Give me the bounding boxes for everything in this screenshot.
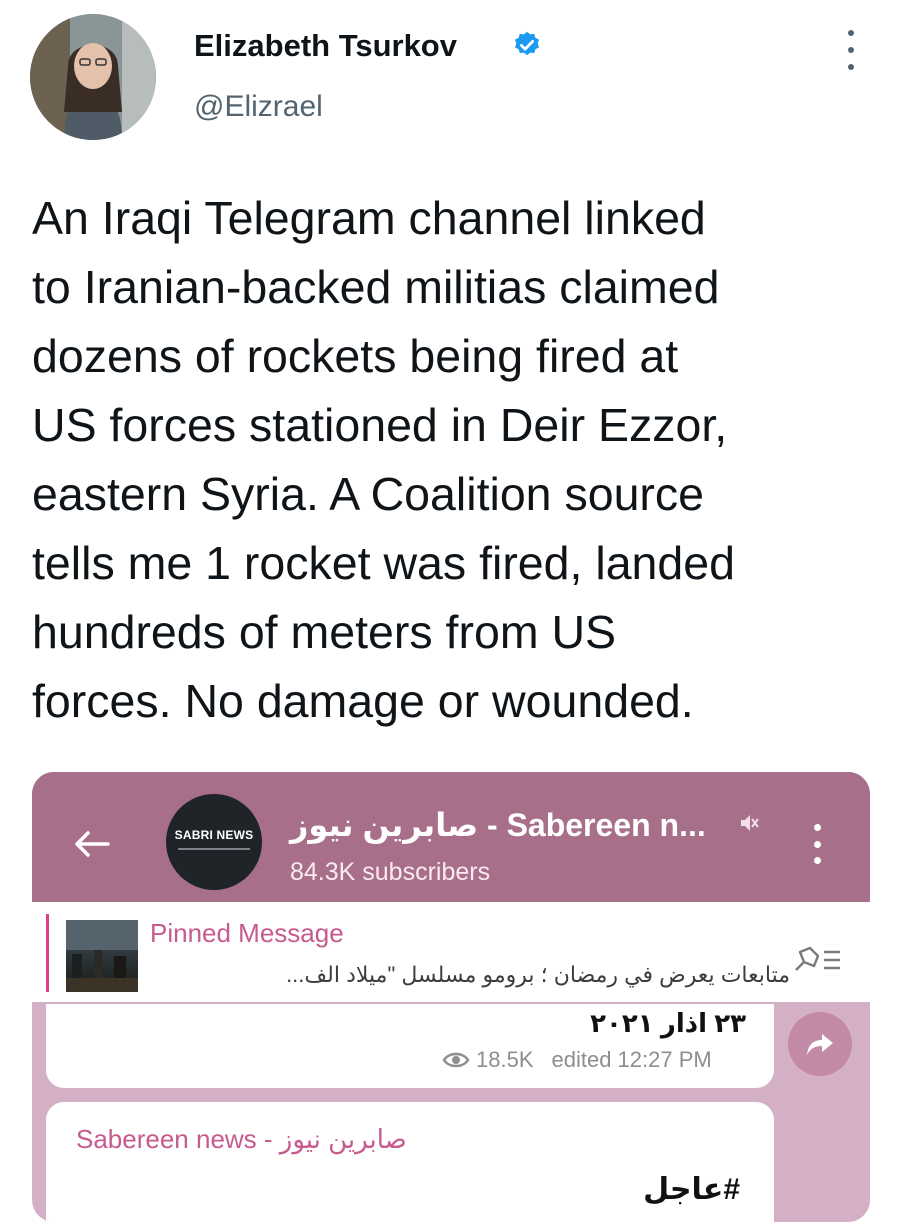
tweet-media-screenshot[interactable]: SABRI NEWS صابرين نيوز - Sabereen n... 8… — [32, 772, 870, 1222]
tweet-text: An Iraqi Telegram channel linked to Iran… — [32, 192, 735, 727]
edited-time: edited 12:27 PM — [551, 1047, 712, 1072]
share-arrow-icon — [807, 1034, 833, 1055]
channel-title[interactable]: صابرين نيوز - Sabereen n... — [290, 806, 706, 844]
dot-icon — [848, 47, 854, 53]
dot-icon — [848, 64, 854, 70]
author-handle[interactable]: @Elizrael — [194, 90, 323, 124]
back-arrow-icon[interactable] — [72, 828, 112, 860]
message-bubble[interactable]: Sabereen news - صابرين نيوز #عاجل — [46, 1102, 774, 1222]
message-date: ٢٣ اذار ٢٠٢١ — [590, 1008, 746, 1038]
message-meta: 18.5K edited 12:27 PM — [442, 1046, 712, 1074]
logo-underline — [178, 848, 250, 850]
muted-icon — [741, 815, 759, 831]
pinned-thumbnail — [66, 920, 138, 992]
channel-logo[interactable]: SABRI NEWS — [166, 794, 262, 890]
author-name[interactable]: Elizabeth Tsurkov — [194, 28, 457, 64]
dot-icon — [813, 840, 821, 848]
share-button[interactable] — [788, 1012, 852, 1076]
dot-icon — [813, 824, 821, 831]
pinned-message-bar[interactable]: Pinned Message متابعات يعرض في رمضان ؛ ب… — [32, 902, 870, 1002]
telegram-header: SABRI NEWS صابرين نيوز - Sabereen n... 8… — [32, 772, 870, 902]
more-options-icon[interactable] — [838, 30, 864, 70]
pinned-title: Pinned Message — [150, 918, 344, 948]
pinned-indicator — [46, 914, 49, 992]
message-author: Sabereen news - صابرين نيوز — [76, 1124, 407, 1154]
tweet-header: Elizabeth Tsurkov @Elizrael — [0, 0, 900, 170]
verified-badge-icon — [515, 31, 539, 56]
view-count: 18.5K — [476, 1047, 534, 1072]
pinned-list-icon[interactable] — [788, 942, 844, 978]
message-text: #عاجل — [643, 1173, 740, 1206]
telegram-menu-icon[interactable] — [812, 824, 822, 864]
eye-icon — [442, 1052, 470, 1068]
message-bubble[interactable]: ٢٣ اذار ٢٠٢١ 18.5K edited 12:27 PM — [46, 1004, 774, 1088]
dot-icon — [813, 857, 821, 864]
dot-icon — [848, 30, 854, 36]
subscriber-count: 84.3K subscribers — [290, 858, 491, 886]
author-avatar[interactable] — [30, 14, 156, 140]
channel-logo-text: SABRI NEWS — [174, 828, 254, 842]
pinned-text: متابعات يعرض في رمضان ؛ برومو مسلسل "ميل… — [286, 962, 790, 987]
